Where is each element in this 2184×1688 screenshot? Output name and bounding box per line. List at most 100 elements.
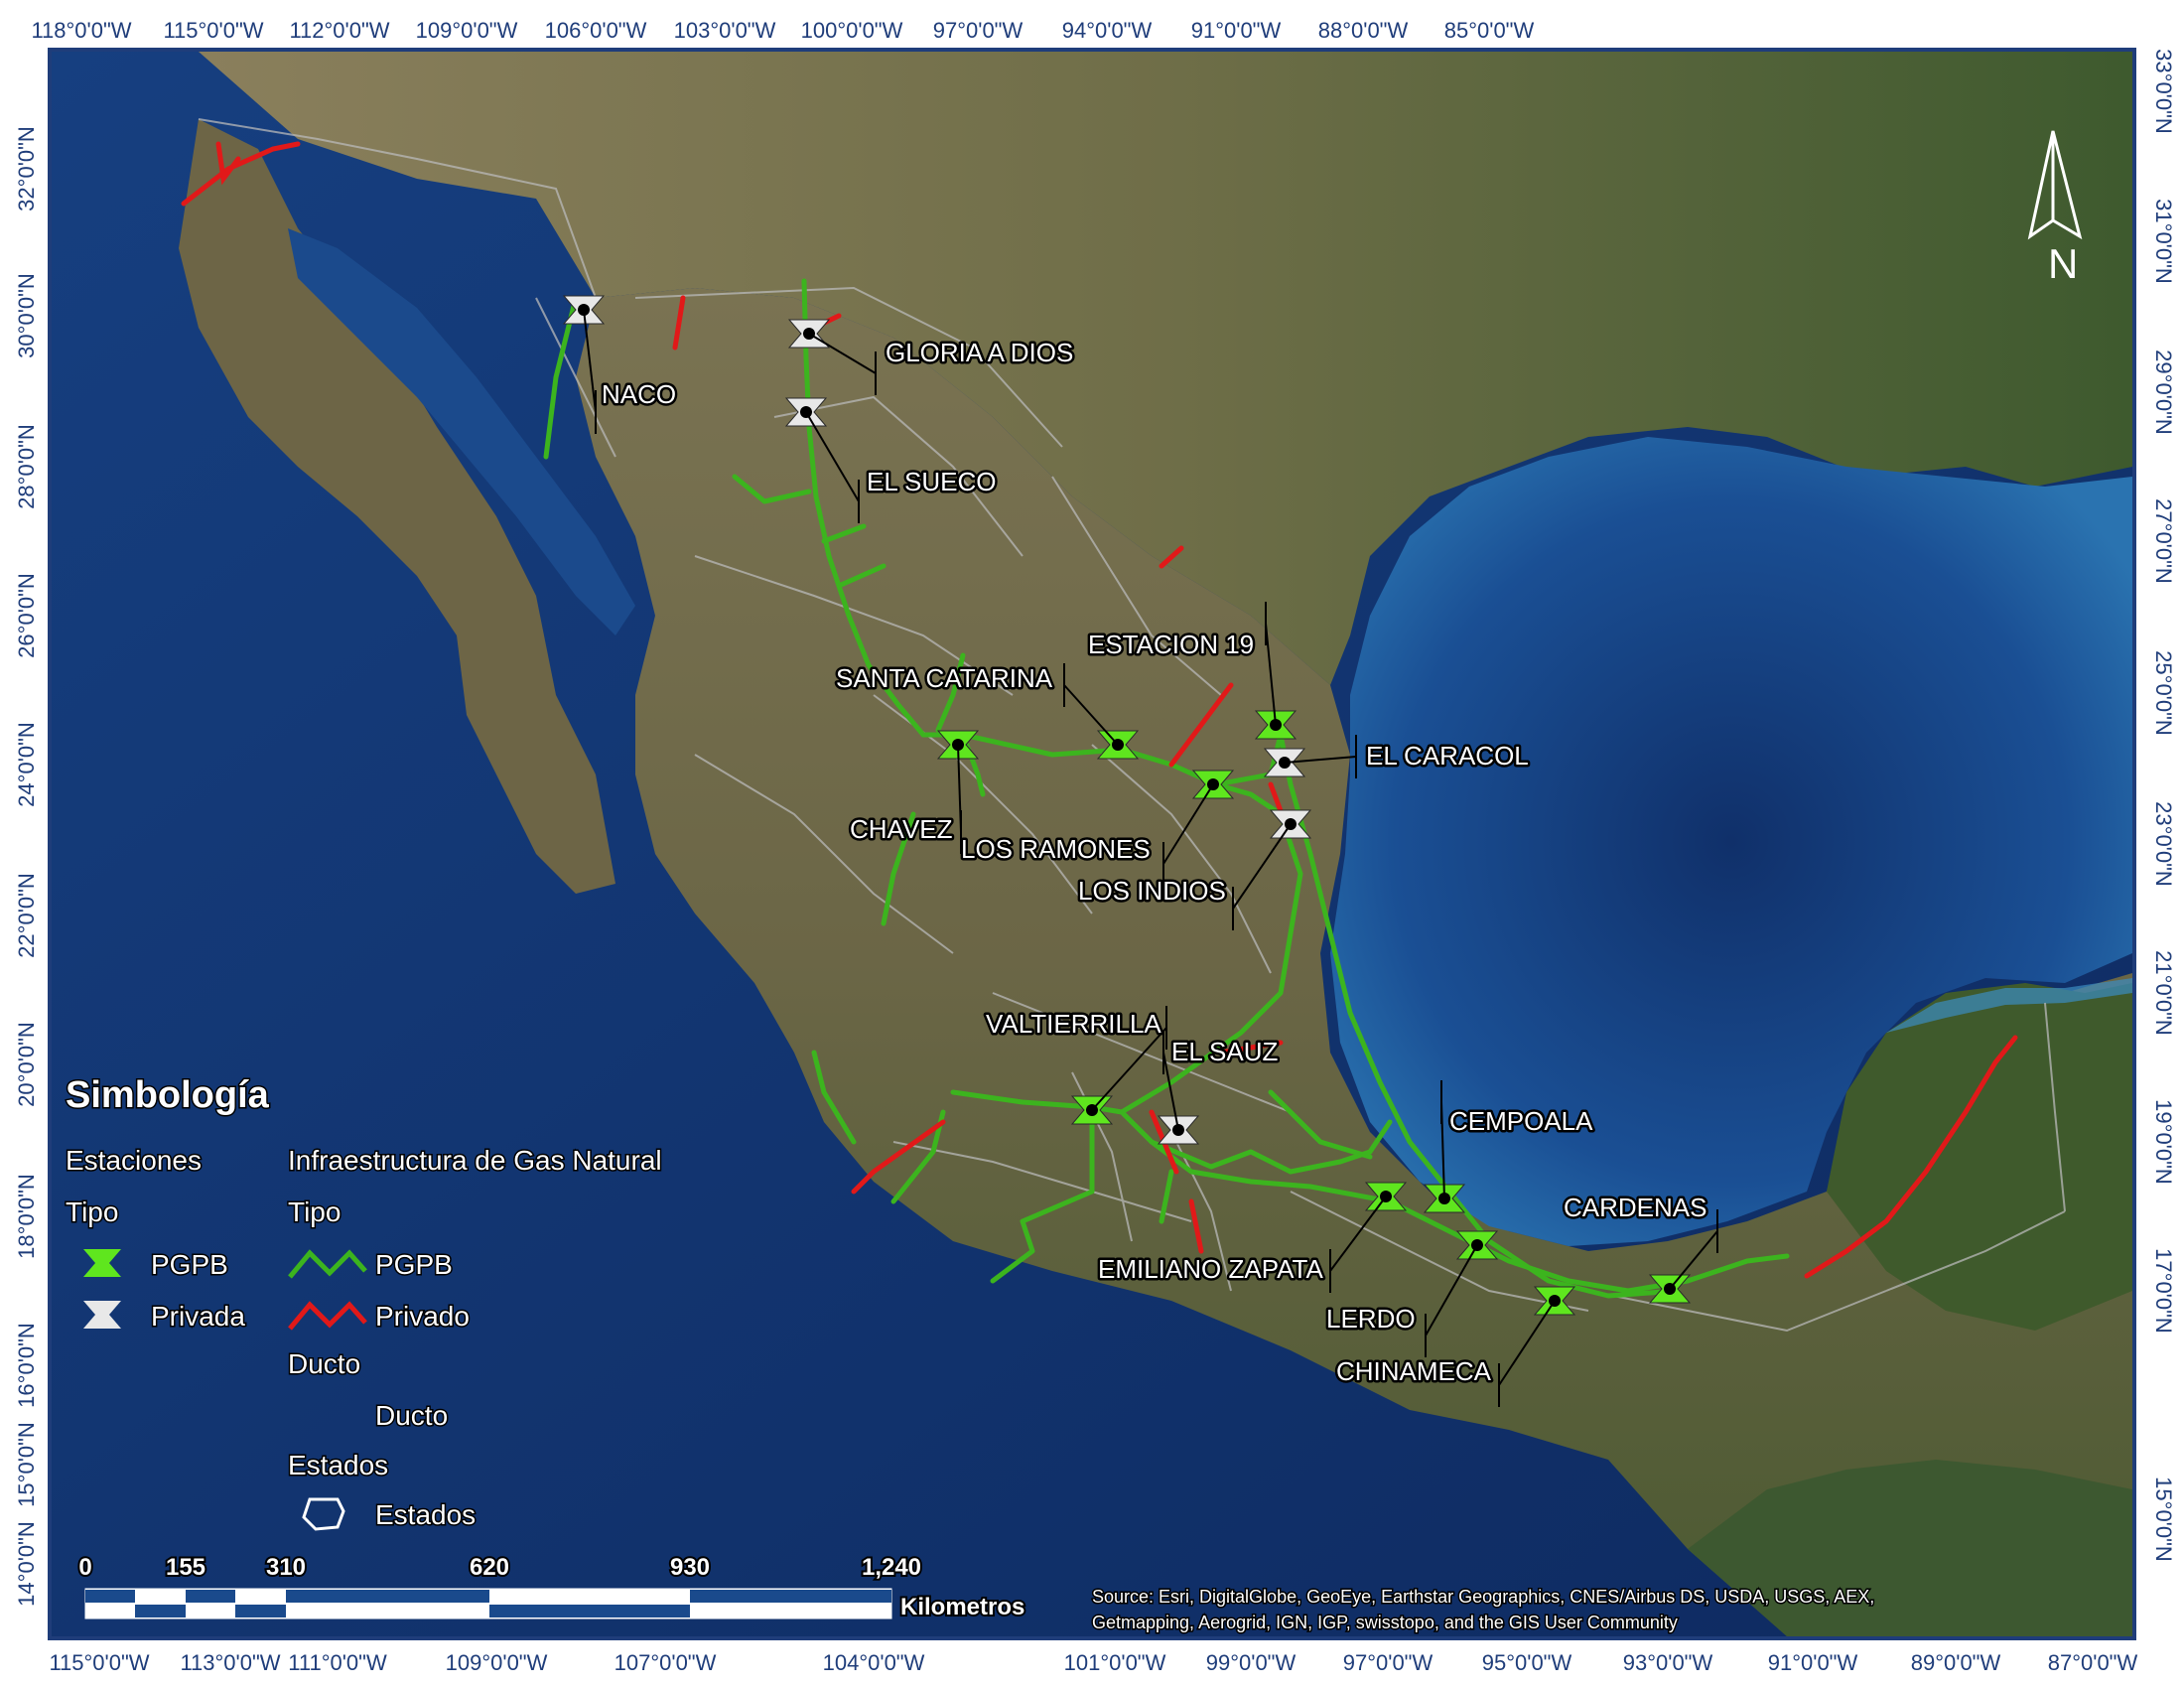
station-label: CHAVEZ — [850, 814, 953, 844]
station-dot — [1380, 1191, 1392, 1202]
legend-stations-heading: Estaciones — [66, 1145, 202, 1176]
scale-tick-label: 155 — [166, 1554, 205, 1581]
station-dot — [1285, 818, 1297, 830]
legend-stations-pgpb: PGPB — [151, 1249, 228, 1280]
station-dot — [1471, 1239, 1483, 1251]
station-dot — [803, 328, 815, 340]
station-label: LOS RAMONES — [961, 834, 1151, 864]
right-lat-label: 31°0'0"N — [2151, 199, 2176, 284]
top-lon-label: 85°0'0"W — [1444, 18, 1535, 43]
top-lon-label: 94°0'0"W — [1062, 18, 1153, 43]
top-lon-label: 109°0'0"W — [416, 18, 518, 43]
top-lon-label: 91°0'0"W — [1191, 18, 1282, 43]
top-lon-label: 88°0'0"W — [1318, 18, 1409, 43]
legend-stations-privada: Privada — [151, 1301, 245, 1332]
right-lat-label: 27°0'0"N — [2151, 498, 2176, 584]
right-lat-label: 33°0'0"N — [2151, 49, 2176, 134]
station-label: ESTACION 19 — [1088, 630, 1254, 659]
right-lat-label: 23°0'0"N — [2151, 801, 2176, 887]
left-lat-label: 22°0'0"N — [14, 873, 39, 958]
bottom-longitude-labels: 115°0'0"W 113°0'0"W 111°0'0"W 109°0'0"W 107°… — [49, 1650, 2137, 1675]
right-lat-label: 17°0'0"N — [2151, 1248, 2176, 1334]
bottom-lon-label: 104°0'0"W — [823, 1650, 925, 1675]
station-dot — [1172, 1124, 1184, 1136]
scale-unit: Kilometros — [900, 1594, 1024, 1620]
bottom-lon-label: 109°0'0"W — [446, 1650, 548, 1675]
left-lat-label: 16°0'0"N — [14, 1323, 39, 1408]
legend-infra-heading: Infraestructura de Gas Natural — [288, 1145, 662, 1176]
station-dot — [578, 304, 590, 316]
legend-estados-item: Estados — [375, 1499, 476, 1530]
right-lat-label: 29°0'0"N — [2151, 350, 2176, 435]
north-label: N — [2048, 240, 2078, 287]
station-dot — [800, 406, 812, 418]
bottom-lon-label: 101°0'0"W — [1064, 1650, 1166, 1675]
legend-infra-privado: Privado — [375, 1301, 470, 1332]
top-lon-label: 97°0'0"W — [933, 18, 1024, 43]
left-lat-label: 14°0'0"N — [14, 1521, 39, 1607]
bottom-lon-label: 87°0'0"W — [2048, 1650, 2138, 1675]
station-dot — [1438, 1193, 1450, 1204]
left-lat-label: 28°0'0"N — [14, 424, 39, 509]
bottom-lon-label: 113°0'0"W — [180, 1650, 280, 1675]
left-lat-label: 15°0'0"N — [14, 1422, 39, 1507]
scale-tick-label: 310 — [266, 1554, 306, 1581]
source-line-1: Source: Esri, DigitalGlobe, GeoEye, Eart… — [1092, 1587, 1874, 1607]
bottom-lon-label: 89°0'0"W — [1911, 1650, 2001, 1675]
map-frame: 118°0'0"W 115°0'0"W 112°0'0"W 109°0'0"W 106°… — [0, 0, 2184, 1688]
station-label: NACO — [602, 379, 676, 409]
left-lat-label: 32°0'0"N — [14, 126, 39, 211]
left-lat-label: 24°0'0"N — [14, 722, 39, 807]
top-lon-label: 115°0'0"W — [163, 18, 263, 43]
top-lon-label: 106°0'0"W — [545, 18, 647, 43]
left-lat-label: 20°0'0"N — [14, 1022, 39, 1107]
station-label: GLORIA A DIOS — [886, 338, 1073, 367]
bottom-lon-label: 99°0'0"W — [1206, 1650, 1297, 1675]
station-dot — [1207, 778, 1219, 790]
bottom-lon-label: 93°0'0"W — [1623, 1650, 1713, 1675]
scale-tick-label: 930 — [670, 1554, 710, 1581]
top-lon-label: 100°0'0"W — [801, 18, 903, 43]
station-label: EL SUECO — [867, 467, 997, 496]
bottom-lon-label: 107°0'0"W — [614, 1650, 717, 1675]
bottom-lon-label: 115°0'0"W — [49, 1650, 149, 1675]
station-label: CEMPOALA — [1449, 1106, 1593, 1136]
right-lat-label: 19°0'0"N — [2151, 1099, 2176, 1185]
bottom-lon-label: 111°0'0"W — [288, 1650, 387, 1675]
legend-stations-tipo: Tipo — [66, 1196, 118, 1227]
station-label: VALTIERRILLA — [986, 1009, 1161, 1039]
legend-title: Simbología — [66, 1074, 270, 1116]
legend-infra-tipo: Tipo — [288, 1196, 341, 1227]
station-dot — [1664, 1283, 1676, 1295]
station-label: LERDO — [1326, 1304, 1416, 1334]
right-lat-label: 15°0'0"N — [2151, 1477, 2176, 1562]
station-dot — [1086, 1104, 1098, 1116]
left-lat-label: 30°0'0"N — [14, 273, 39, 358]
legend-ducto-item: Ducto — [375, 1400, 448, 1431]
top-lon-label: 118°0'0"W — [31, 18, 131, 43]
legend-estados-heading: Estados — [288, 1450, 388, 1480]
station-label: SANTA CATARINA — [836, 663, 1053, 693]
station-dot — [1549, 1295, 1561, 1307]
station-dot — [1112, 739, 1124, 751]
station-dot — [952, 739, 964, 751]
station-label: EMILIANO ZAPATA — [1098, 1254, 1323, 1284]
station-dot — [1279, 757, 1291, 769]
left-lat-label: 26°0'0"N — [14, 573, 39, 658]
legend-infra-pgpb: PGPB — [375, 1249, 453, 1280]
top-lon-label: 103°0'0"W — [674, 18, 776, 43]
top-lon-label: 112°0'0"W — [289, 18, 389, 43]
station-label: EL SAUZ — [1171, 1037, 1279, 1066]
station-label: EL CARACOL — [1366, 741, 1529, 771]
scale-tick-label: 620 — [470, 1554, 509, 1581]
scale-tick-label: 0 — [78, 1554, 91, 1581]
legend-ducto-heading: Ducto — [288, 1348, 360, 1379]
left-lat-label: 18°0'0"N — [14, 1174, 39, 1259]
bottom-lon-label: 91°0'0"W — [1768, 1650, 1858, 1675]
station-label: LOS INDIOS — [1078, 876, 1226, 906]
source-line-2: Getmapping, Aerogrid, IGN, IGP, swisstop… — [1092, 1613, 1678, 1632]
right-lat-label: 25°0'0"N — [2151, 650, 2176, 736]
bottom-lon-label: 97°0'0"W — [1343, 1650, 1433, 1675]
station-label: CHINAMECA — [1336, 1356, 1492, 1386]
map-canvas: 118°0'0"W 115°0'0"W 112°0'0"W 109°0'0"W 106°… — [0, 0, 2184, 1688]
